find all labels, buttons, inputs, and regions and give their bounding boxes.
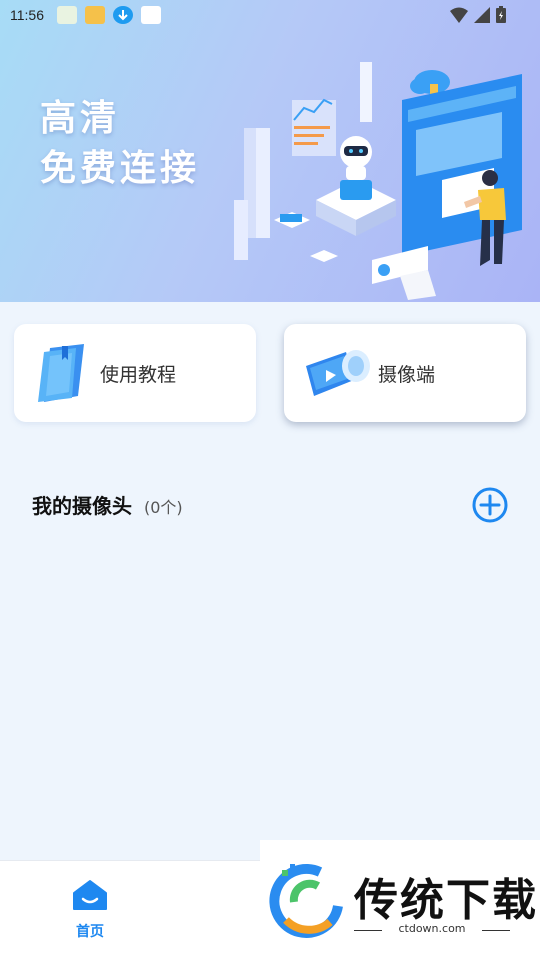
notification-app-icon-3	[141, 6, 161, 24]
notification-app-icon-2	[85, 6, 105, 24]
book-icon	[32, 342, 90, 408]
tutorial-card-label: 使用教程	[100, 364, 177, 386]
nav-home[interactable]: 首页	[60, 879, 120, 949]
banner-title: 高清 免费连接	[40, 94, 200, 194]
my-cameras-count: (0个)	[144, 498, 183, 517]
wifi-icon	[450, 7, 468, 23]
download-notification-icon	[113, 6, 133, 24]
watermark-line-right	[482, 930, 510, 931]
home-icon	[73, 880, 107, 910]
watermark-text: 传统下载	[354, 875, 538, 926]
tutorial-card[interactable]: 使用教程	[14, 324, 256, 422]
signal-icon	[474, 6, 490, 23]
camera-end-card[interactable]: 摄像端	[284, 324, 526, 422]
banner-illustration	[234, 62, 522, 300]
status-bar: 11:56	[0, 0, 540, 30]
watermark: 传统下载 ctdown.com	[260, 840, 540, 960]
banner-title-line1: 高清	[40, 98, 121, 139]
notification-app-icon-1	[57, 6, 77, 24]
banner-title-line2: 免费连接	[40, 148, 201, 189]
banner: 11:56 高清 免费连接	[0, 0, 540, 302]
watermark-url: ctdown.com	[398, 922, 466, 935]
camera-icon	[302, 342, 372, 408]
quick-action-cards: 使用教程 摄像端	[14, 324, 526, 424]
add-camera-button[interactable]	[472, 487, 508, 523]
watermark-logo	[269, 863, 343, 938]
plus-circle-icon	[472, 487, 508, 523]
my-cameras-title: 我的摄像头	[32, 494, 132, 518]
battery-icon	[496, 6, 506, 23]
status-time: 11:56	[10, 7, 44, 23]
nav-home-label: 首页	[76, 924, 104, 940]
system-icons	[450, 6, 506, 23]
camera-end-card-label: 摄像端	[378, 364, 436, 386]
